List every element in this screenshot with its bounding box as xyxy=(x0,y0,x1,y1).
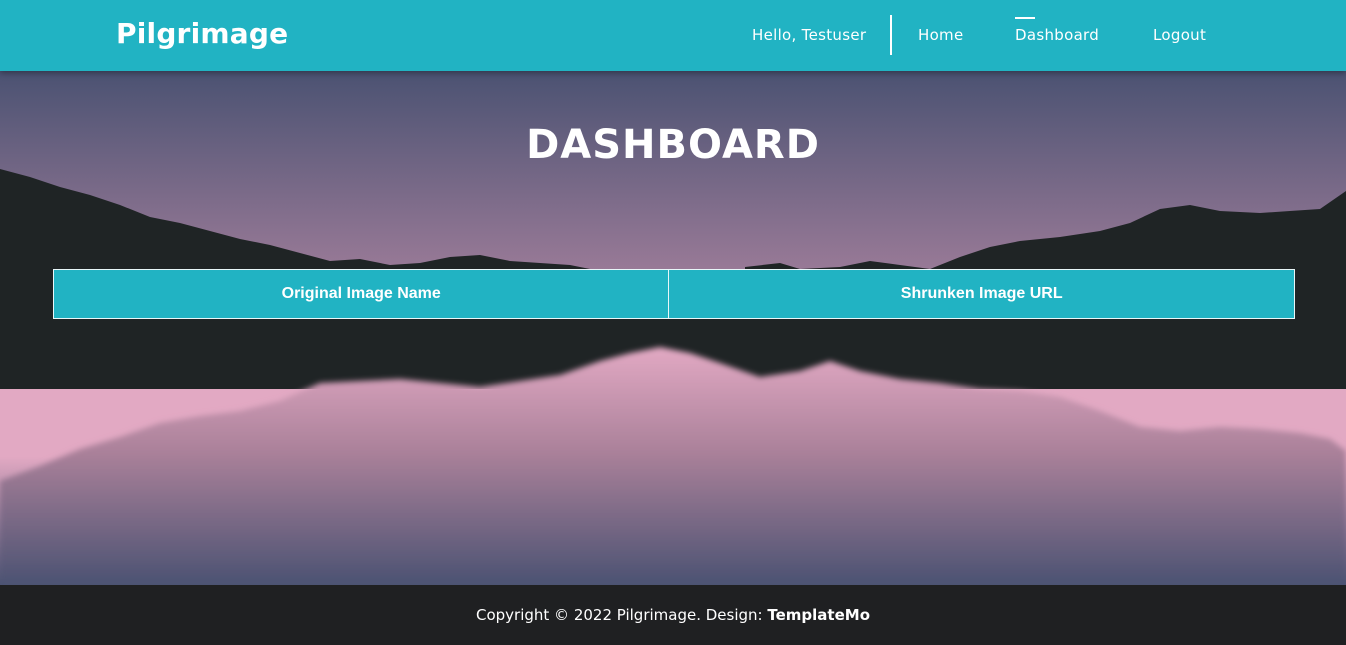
nav-logout-link[interactable]: Logout xyxy=(1153,26,1206,44)
user-greeting: Hello, Testuser xyxy=(752,26,867,44)
page-footer: Copyright © 2022 Pilgrimage. Design: Tem… xyxy=(0,585,1346,645)
footer-design-link[interactable]: TemplateMo xyxy=(767,606,870,624)
active-nav-indicator xyxy=(1015,17,1035,19)
column-header-shrunken-image-url: Shrunken Image URL xyxy=(668,269,1295,319)
column-header-original-image-name: Original Image Name xyxy=(52,269,670,319)
table-header-row: Original Image Name Shrunken Image URL xyxy=(52,269,1295,319)
images-table-container: Original Image Name Shrunken Image URL xyxy=(52,269,1295,319)
footer-copyright: Copyright © 2022 Pilgrimage. Design: xyxy=(475,606,768,624)
top-navbar: Pilgrimage Hello, Testuser Home Dashboar… xyxy=(0,0,1346,71)
brand-logo[interactable]: Pilgrimage xyxy=(116,17,288,50)
nav-home-link[interactable]: Home xyxy=(918,26,964,44)
nav-dashboard-link[interactable]: Dashboard xyxy=(1015,26,1099,44)
images-table: Original Image Name Shrunken Image URL xyxy=(52,269,1295,319)
nav-divider xyxy=(890,15,892,55)
page-title: DASHBOARD xyxy=(526,122,820,168)
